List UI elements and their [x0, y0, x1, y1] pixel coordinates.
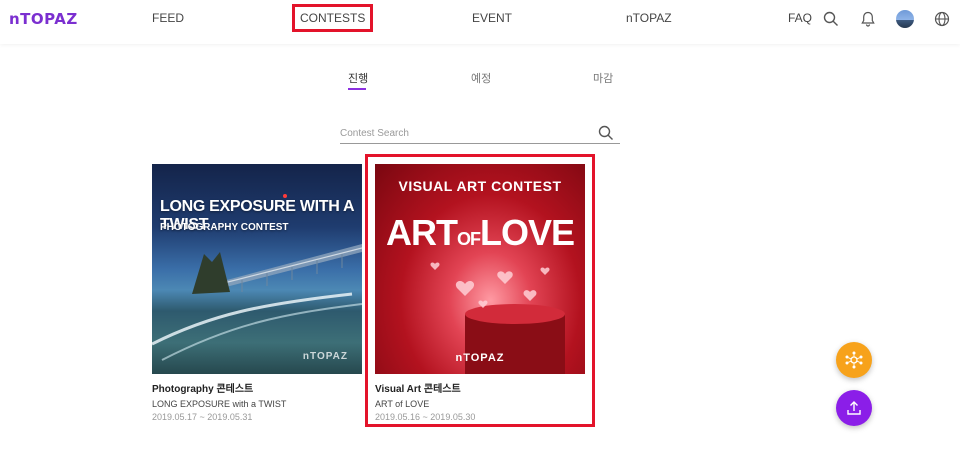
- globe-icon[interactable]: [933, 10, 951, 28]
- contest-title: ART of LOVE: [375, 399, 430, 409]
- contest-card[interactable]: LONG EXPOSURE WITH A TWIST PHOTOGRAPHY C…: [152, 164, 362, 422]
- nav-contests[interactable]: CONTESTS: [292, 4, 374, 32]
- nav-faq[interactable]: FAQ: [788, 11, 812, 25]
- contest-status-tabs: 진행 예정 마감: [0, 70, 960, 94]
- contest-search: [340, 122, 620, 144]
- thumbnail-headline-love: LOVE: [479, 212, 575, 253]
- nav-feed[interactable]: FEED: [152, 11, 184, 25]
- top-header: nTOPAZ FEED CONTESTS EVENT nTOPAZ FAQ: [0, 0, 960, 44]
- active-tab-indicator: [348, 88, 366, 90]
- contest-title: LONG EXPOSURE with a TWIST: [152, 399, 287, 409]
- thumbnail-headline: ARTOFLOVE: [375, 212, 585, 254]
- bell-icon[interactable]: [859, 10, 877, 28]
- search-icon[interactable]: [822, 10, 840, 28]
- ntopaz-logo[interactable]: nTOPAZ: [9, 10, 78, 28]
- avatar[interactable]: [896, 10, 914, 28]
- thumbnail-title: VISUAL ART CONTEST: [398, 178, 562, 194]
- network-icon: [845, 351, 863, 369]
- upload-icon: [847, 401, 861, 415]
- tab-upcoming[interactable]: 예정: [471, 70, 491, 86]
- bridge-photo: [152, 194, 362, 361]
- hearts-artwork: [430, 262, 565, 374]
- contest-search-input[interactable]: [340, 124, 590, 142]
- contest-card[interactable]: VISUAL ART CONTEST ARTOFLOVE nTOPAZ Visu…: [375, 164, 585, 422]
- thumbnail-headline-of: OF: [456, 229, 481, 249]
- tab-ongoing[interactable]: 진행: [348, 70, 368, 86]
- thumbnail-logo: nTOPAZ: [302, 351, 348, 362]
- contest-category: Photography 콘테스트: [152, 384, 254, 395]
- contest-dates: 2019.05.17 ~ 2019.05.31: [152, 412, 253, 422]
- contest-category: Visual Art 콘테스트: [375, 384, 461, 395]
- tab-closed[interactable]: 마감: [593, 70, 613, 86]
- nav-ntopaz[interactable]: nTOPAZ: [626, 11, 672, 25]
- nav-event[interactable]: EVENT: [472, 11, 512, 25]
- network-fab-button[interactable]: [836, 342, 872, 378]
- contest-thumbnail[interactable]: LONG EXPOSURE WITH A TWIST PHOTOGRAPHY C…: [152, 164, 362, 374]
- thumbnail-headline-art: ART: [385, 212, 458, 253]
- search-icon[interactable]: [598, 125, 614, 141]
- thumbnail-logo: nTOPAZ: [455, 352, 505, 364]
- thumbnail-subtitle: PHOTOGRAPHY CONTEST: [160, 222, 289, 233]
- upload-fab-button[interactable]: [836, 390, 872, 426]
- contest-dates: 2019.05.16 ~ 2019.05.30: [375, 412, 476, 422]
- contest-thumbnail[interactable]: VISUAL ART CONTEST ARTOFLOVE nTOPAZ: [375, 164, 585, 374]
